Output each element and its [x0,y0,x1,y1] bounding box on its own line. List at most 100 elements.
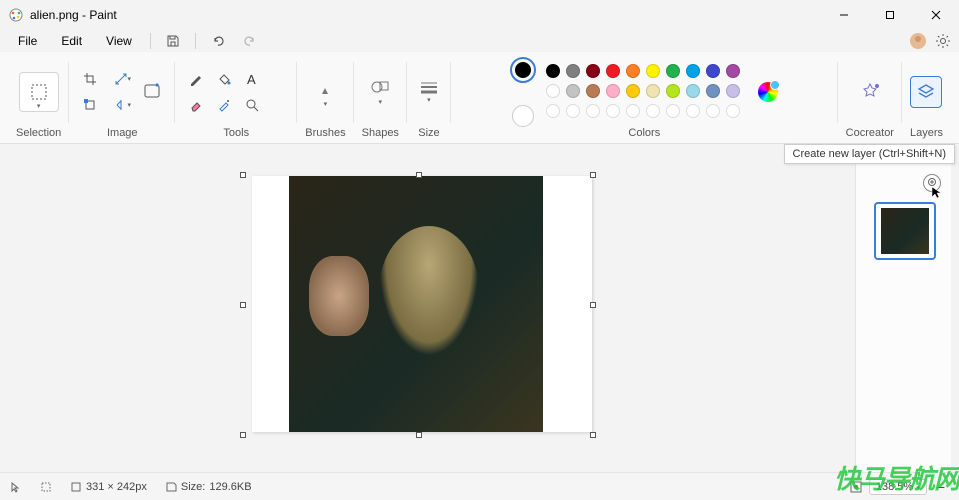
settings-icon[interactable] [935,33,951,49]
color-swatch[interactable] [726,84,740,98]
menu-file[interactable]: File [8,32,47,50]
user-avatar[interactable] [909,32,927,50]
pencil-tool[interactable] [183,68,209,90]
custom-color-slot[interactable] [606,104,620,118]
group-brushes: ▾ Brushes [297,56,353,143]
color-swatch[interactable] [666,64,680,78]
close-button[interactable] [913,0,959,30]
disk-icon [165,481,177,493]
cursor-icon [931,186,943,200]
menu-edit[interactable]: Edit [51,32,92,50]
custom-color-slot[interactable] [686,104,700,118]
watermark: 快马导航网 [834,459,959,496]
color-swatch[interactable] [646,64,660,78]
color-swatch[interactable] [566,84,580,98]
color-swatch[interactable] [646,84,660,98]
file-size: Size: 129.6KB [165,481,252,493]
brush-tool[interactable]: ▾ [311,74,339,110]
label-cocreator: Cocreator [846,127,894,143]
color-swatch[interactable] [626,84,640,98]
undo-button[interactable] [204,30,232,52]
resize-handle[interactable] [240,172,246,178]
magnifier-tool[interactable] [239,94,265,116]
canvas[interactable] [252,176,592,432]
custom-color-slot[interactable] [726,104,740,118]
group-colors: Colors [451,56,838,143]
resize-handle[interactable] [590,432,596,438]
custom-color-slot[interactable] [626,104,640,118]
resize-handle[interactable] [240,432,246,438]
label-selection: Selection [16,127,61,143]
selection-size-icon [40,481,52,493]
group-selection: ▾ Selection [8,56,69,143]
color-2[interactable] [512,105,534,127]
custom-color-slot[interactable] [706,104,720,118]
label-size: Size [418,127,439,143]
resize-handle[interactable] [590,302,596,308]
crop-icon[interactable] [77,68,103,90]
eraser-tool[interactable] [183,94,209,116]
group-layers: Layers [902,56,951,143]
resize-icon[interactable]: ▾ [109,68,135,90]
redo-button[interactable] [236,30,264,52]
edit-colors-button[interactable] [758,82,778,102]
color-swatch[interactable] [686,84,700,98]
title-bar: alien.png - Paint [0,0,959,30]
resize-handle[interactable] [590,172,596,178]
canvas-image [289,176,543,432]
color-swatch[interactable] [726,64,740,78]
color-swatch[interactable] [546,84,560,98]
color-swatch[interactable] [666,84,680,98]
layer-thumbnail[interactable] [874,202,936,260]
color-swatch[interactable] [706,84,720,98]
color-swatch[interactable] [566,64,580,78]
custom-color-slot[interactable] [586,104,600,118]
rotate-icon[interactable] [77,94,103,116]
color-swatches-row2 [546,84,742,100]
color-swatch[interactable] [606,64,620,78]
color-swatch[interactable] [606,84,620,98]
color-swatch[interactable] [546,64,560,78]
resize-handle[interactable] [416,432,422,438]
label-tools: Tools [223,127,249,143]
minimize-button[interactable] [821,0,867,30]
fill-tool[interactable] [211,68,237,90]
resize-handle[interactable] [240,302,246,308]
color-swatch[interactable] [686,64,700,78]
color-1[interactable] [510,57,536,83]
color-swatch[interactable] [586,64,600,78]
custom-color-slot[interactable] [666,104,680,118]
group-tools: A Tools [175,56,297,143]
menu-view[interactable]: View [96,32,142,50]
canvas-area[interactable] [0,144,849,472]
maximize-button[interactable] [867,0,913,30]
custom-color-slot[interactable] [546,104,560,118]
label-colors: Colors [628,127,660,143]
text-tool[interactable]: A [239,68,265,90]
shapes-dropdown[interactable]: ▾ [366,74,394,110]
resize-handle[interactable] [416,172,422,178]
color-swatches-row1 [546,64,742,80]
cocreator-button[interactable] [858,80,882,104]
save-button[interactable] [159,30,187,52]
image-generate-icon[interactable] [141,68,167,116]
color-picker-tool[interactable] [211,94,237,116]
size-dropdown[interactable]: ▾ [415,74,443,110]
group-shapes: ▾ Shapes [354,56,407,143]
label-brushes: Brushes [305,127,345,143]
group-image: ▾ ▾ Image [69,56,175,143]
flip-icon[interactable]: ▾ [109,94,135,116]
color-swatch[interactable] [706,64,720,78]
ribbon: ▾ Selection ▾ ▾ Image A [0,52,959,144]
layers-button[interactable] [910,76,942,108]
custom-color-slot[interactable] [566,104,580,118]
color-swatch[interactable] [586,84,600,98]
tooltip-new-layer: Create new layer (Ctrl+Shift+N) [784,144,955,164]
color-swatch[interactable] [626,64,640,78]
custom-color-slot[interactable] [646,104,660,118]
dimensions-icon [70,481,82,493]
group-cocreator: Cocreator [838,56,902,143]
svg-text:A: A [247,72,256,86]
window-title: alien.png - Paint [30,8,117,22]
select-tool[interactable]: ▾ [19,72,59,112]
